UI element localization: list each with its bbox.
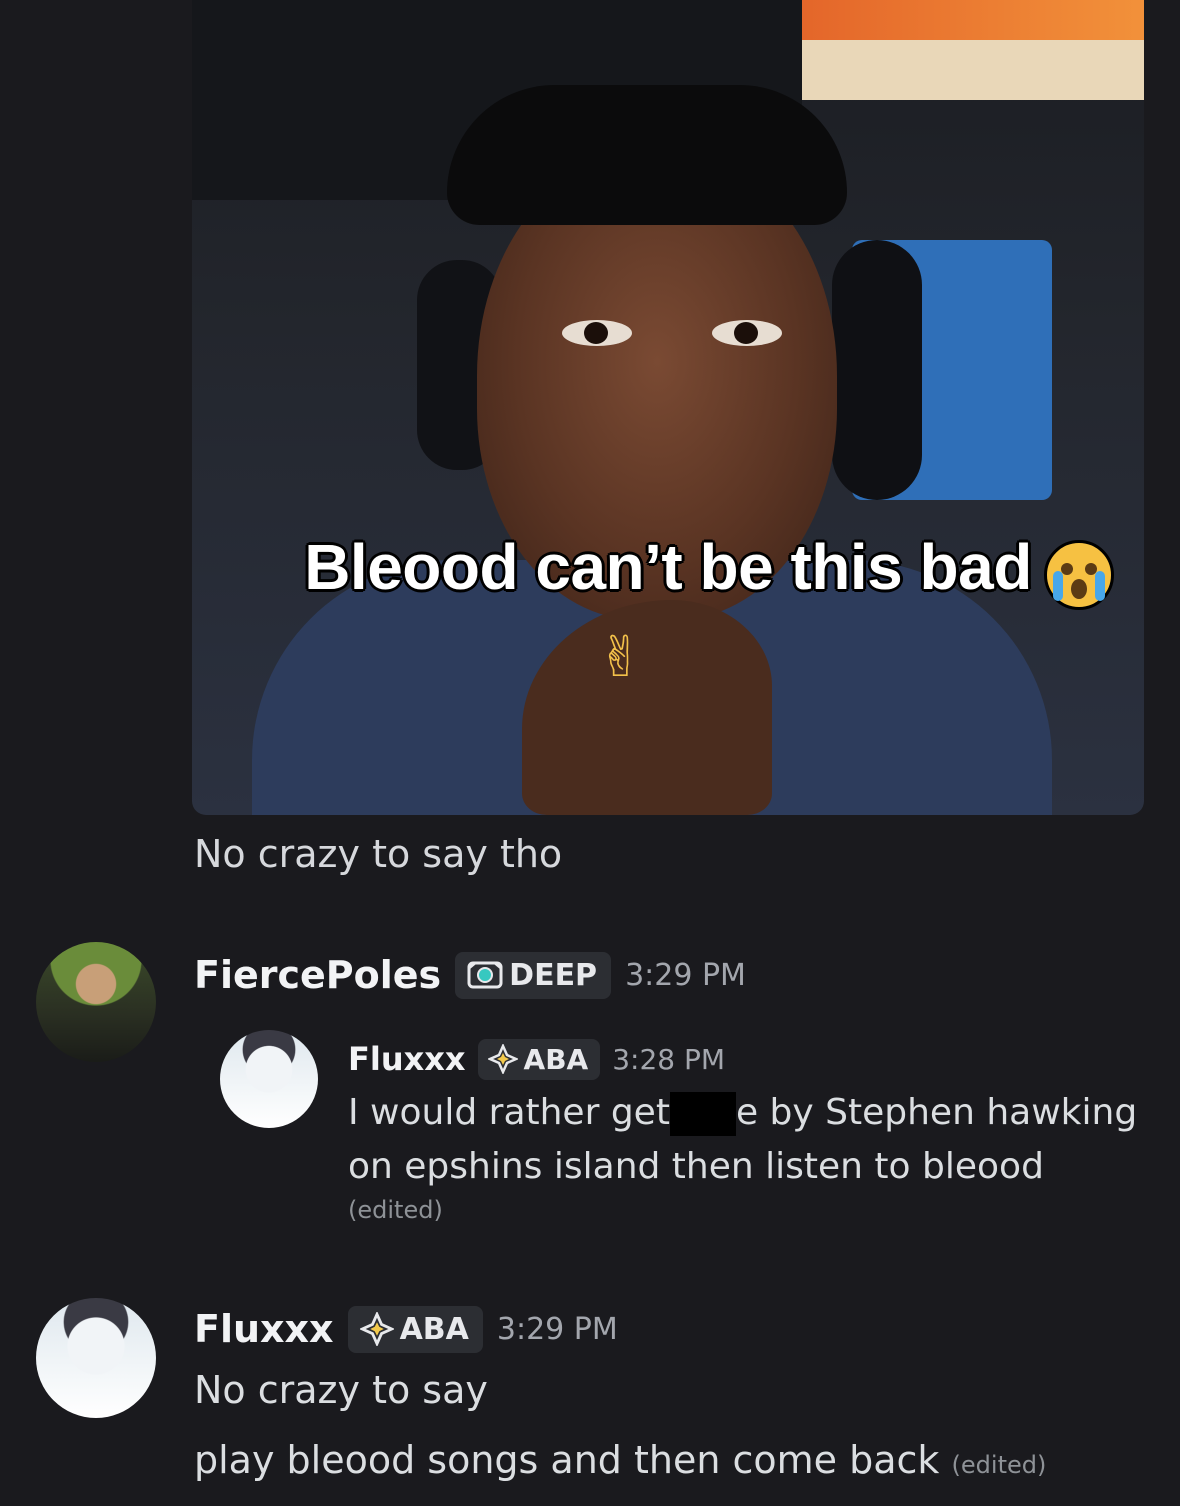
message-line-1: No crazy to say xyxy=(194,1368,488,1412)
avatar-fiercepoles[interactable] xyxy=(36,942,156,1062)
video-embed[interactable]: Bleood can’t be this bad ✌ xyxy=(192,0,1144,815)
guild-tag-label: ABA xyxy=(399,1311,469,1347)
quoted-author-name[interactable]: Fluxxx xyxy=(348,1040,466,1078)
headphone-right xyxy=(832,240,922,500)
edited-label: (edited) xyxy=(348,1196,443,1224)
message-text: No crazy to say tho xyxy=(194,832,563,876)
video-caption: Bleood can’t be this bad xyxy=(192,530,1144,604)
avatar-fluxxx[interactable] xyxy=(36,1298,156,1418)
badge-icon xyxy=(467,961,503,989)
quoted-line-1: I would rather get e by Stephen hawking xyxy=(348,1092,1137,1136)
quoted-text-part-b: e by Stephen hawking xyxy=(735,1092,1138,1133)
background-wall xyxy=(802,40,1144,100)
guild-tag-label: DEEP xyxy=(509,957,598,993)
author-name[interactable]: Fluxxx xyxy=(194,1307,334,1351)
author-name[interactable]: FiercePoles xyxy=(194,953,441,997)
diamond-sparkle-icon xyxy=(487,1044,518,1074)
hair xyxy=(447,85,847,225)
quoted-timestamp: 3:28 PM xyxy=(612,1042,726,1076)
message-text: play bleood songs and then come back xyxy=(194,1438,940,1482)
guild-tag[interactable]: DEEP xyxy=(455,951,612,999)
timestamp: 3:29 PM xyxy=(496,1311,618,1347)
peace-hand-icon: ✌ xyxy=(597,625,644,690)
quoted-text-part-a: I would rather get xyxy=(348,1092,670,1133)
eye-right xyxy=(712,320,782,346)
eye-left xyxy=(562,320,632,346)
edited-label: (edited) xyxy=(951,1451,1047,1479)
timestamp: 3:29 PM xyxy=(625,957,746,993)
message-line-2: play bleood songs and then come back (ed… xyxy=(194,1438,1046,1482)
redaction-box xyxy=(669,1092,736,1136)
avatar-fluxxx-quote[interactable] xyxy=(220,1030,318,1128)
guild-tag[interactable]: ABA xyxy=(347,1305,483,1353)
diamond-sparkle-icon xyxy=(359,1312,394,1346)
quoted-guild-tag[interactable]: ABA xyxy=(477,1038,601,1080)
caption-text: Bleood can’t be this bad xyxy=(304,531,1032,603)
quoted-guild-tag-label: ABA xyxy=(523,1042,589,1076)
loudly-crying-face-icon xyxy=(1044,540,1114,610)
quoted-line-2: on epshins island then listen to bleood xyxy=(348,1146,1044,1187)
background-banner xyxy=(802,0,1144,40)
